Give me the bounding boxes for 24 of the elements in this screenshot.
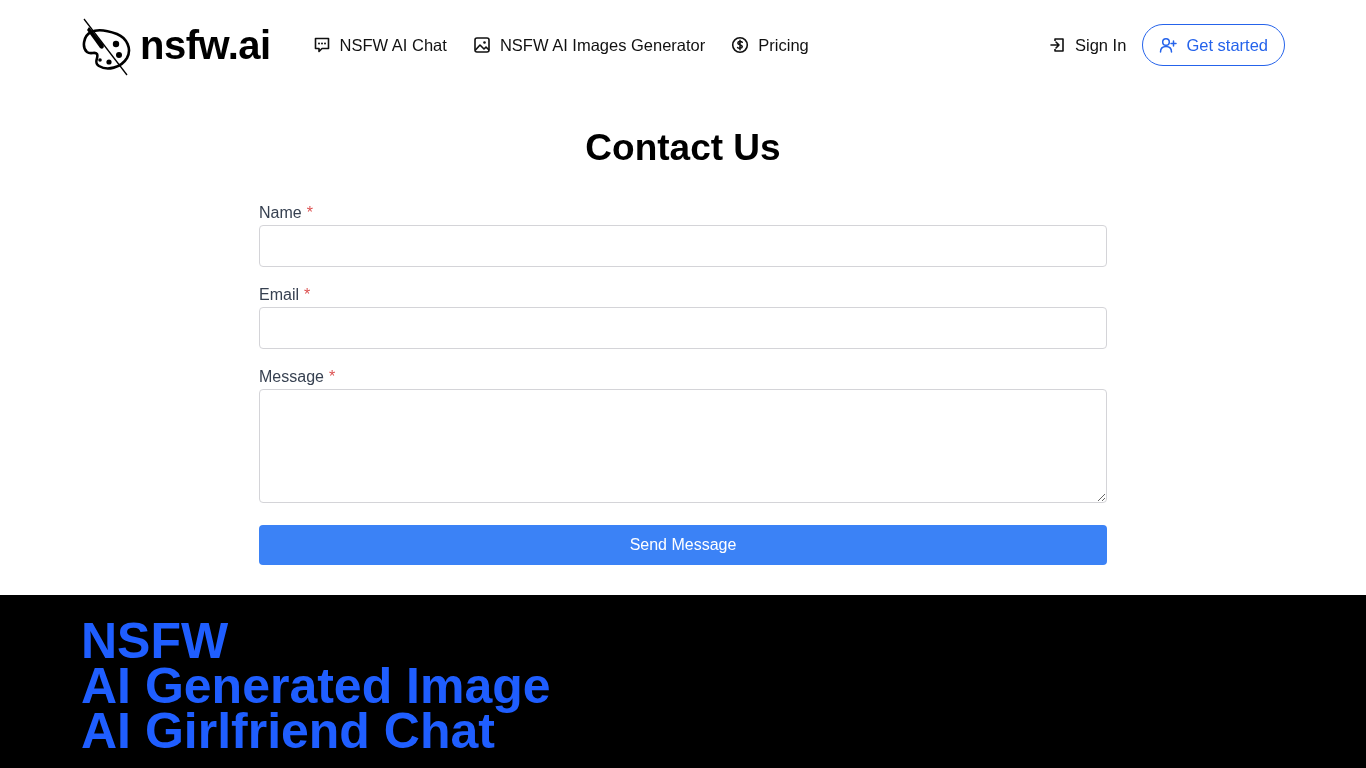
required-mark: * [306,203,313,223]
nav-link[interactable]: Pricing [731,35,809,55]
user-plus-icon [1159,36,1178,54]
nav-link[interactable]: NSFW AI Images Generator [472,35,706,55]
sign-in-link[interactable]: Sign In [1048,35,1127,55]
send-message-button[interactable]: Send Message [259,525,1107,565]
palette-brush-icon [81,18,131,76]
required-mark: * [304,285,311,305]
text-input[interactable] [259,307,1107,349]
dollar-coin-icon [731,36,750,54]
page-title: Contact Us [584,126,782,170]
sign-in-icon [1048,36,1066,54]
image-icon [472,36,491,54]
required-mark: * [328,367,336,387]
message-textarea[interactable] [259,389,1107,503]
nav-link[interactable]: NSFW AI Chat [312,35,447,55]
field-label: Name [259,203,302,223]
footer-headline: NSFW [81,619,229,664]
logo-link[interactable]: nsfw.ai [81,14,271,76]
chat-bubble-icon [312,36,331,54]
footer-headline: AI Girlfriend Chat [81,709,495,754]
text-input[interactable] [259,225,1107,267]
field-label: Email [259,285,299,305]
field-label: Message [259,367,324,387]
